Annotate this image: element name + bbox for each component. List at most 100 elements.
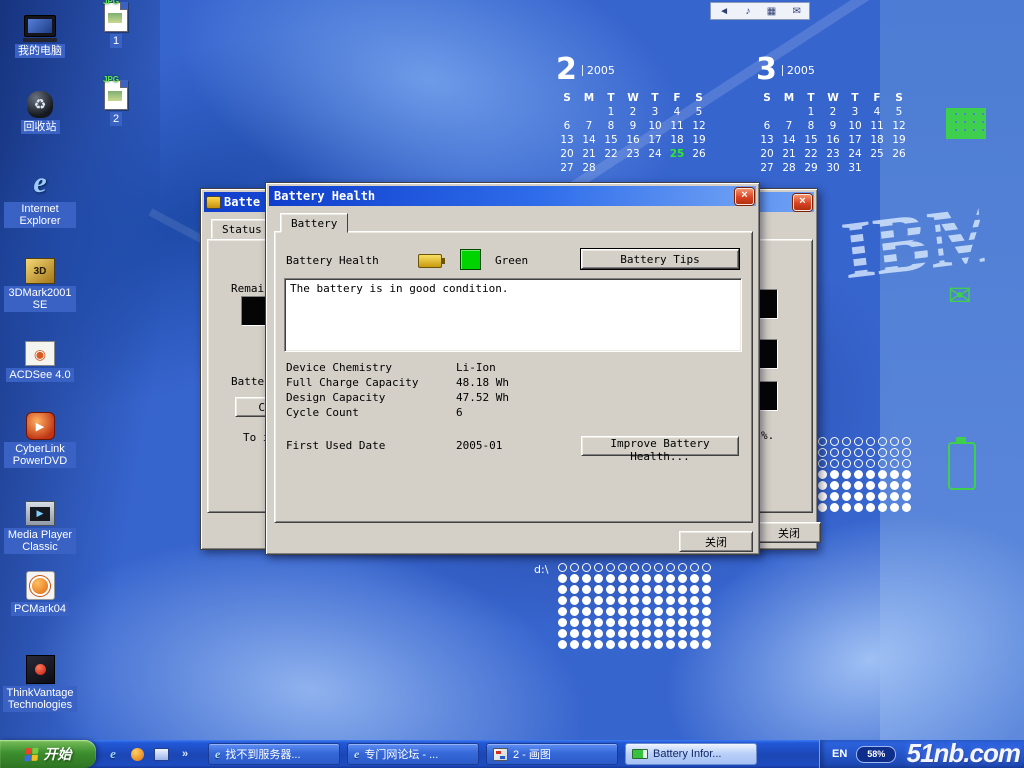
dot xyxy=(842,437,851,446)
language-indicator[interactable]: EN xyxy=(832,748,847,760)
dot xyxy=(630,618,639,627)
dot xyxy=(830,481,839,490)
close-icon[interactable]: × xyxy=(793,194,812,211)
dot xyxy=(630,574,639,583)
dot xyxy=(842,492,851,501)
mail-icon[interactable]: ✉ xyxy=(792,6,800,17)
first-used-value: 2005-01 xyxy=(456,439,586,452)
dot xyxy=(630,640,639,649)
quick-launch-media-player-icon[interactable] xyxy=(128,745,146,763)
speaker-icon[interactable]: ◄ xyxy=(719,6,729,17)
desktop-icon-powerdvd[interactable]: ▶ CyberLink PowerDVD xyxy=(4,406,76,468)
field-value: 6 xyxy=(456,406,509,419)
dot xyxy=(630,585,639,594)
tab-status[interactable]: Status xyxy=(211,219,273,239)
dot xyxy=(594,596,603,605)
battery-field-row: Design Capacity 47.52 Wh xyxy=(286,390,509,405)
dialog-close-button[interactable]: 关闭 xyxy=(679,531,753,552)
close-icon[interactable]: × xyxy=(735,188,754,205)
dot xyxy=(558,585,567,594)
jpg-file-icon: JPG xyxy=(104,80,128,110)
dot xyxy=(690,574,699,583)
dot xyxy=(654,574,663,583)
dot xyxy=(902,492,911,501)
dot xyxy=(678,618,687,627)
desktop-icon-acdsee[interactable]: ◉ ACDSee 4.0 xyxy=(4,332,76,382)
dot xyxy=(702,585,711,594)
desktop-file-1[interactable]: JPG 1 xyxy=(94,2,138,48)
media-player-classic-icon: ▶ xyxy=(25,492,55,526)
dot xyxy=(854,503,863,512)
dot xyxy=(558,607,567,616)
dot xyxy=(854,492,863,501)
note-icon[interactable]: ♪ xyxy=(745,6,750,17)
dot xyxy=(678,563,687,572)
desktop-icon-my-computer[interactable]: 我的电脑 xyxy=(4,8,76,58)
wallpaper-calendar-3: 32005SMTWTFS1234567891011121314151617181… xyxy=(756,55,910,175)
dot xyxy=(902,448,911,457)
desktop-icon-label: 回收站 xyxy=(21,120,60,134)
taskbar-task-3[interactable]: 2 - 画图 xyxy=(486,743,618,765)
dot xyxy=(830,437,839,446)
mail-icon: ✉ xyxy=(948,282,971,310)
quick-launch-show-desktop-icon[interactable] xyxy=(152,745,170,763)
dot xyxy=(902,481,911,490)
tab-battery[interactable]: Battery xyxy=(280,213,348,233)
quick-launch-internet-explorer-icon[interactable]: e xyxy=(104,745,122,763)
watermark: 51nb.com xyxy=(907,738,1020,768)
dot xyxy=(630,629,639,638)
field-value: 47.52 Wh xyxy=(456,391,509,404)
dot xyxy=(618,574,627,583)
dot xyxy=(690,585,699,594)
dot xyxy=(866,459,875,468)
dot xyxy=(606,629,615,638)
pcmark04-icon xyxy=(26,566,55,600)
desktop-icon-recycle-bin[interactable]: ♻ 回收站 xyxy=(4,84,76,134)
dot xyxy=(594,563,603,572)
dot xyxy=(702,563,711,572)
desktop-icon-label: 3DMark2001 SE xyxy=(4,286,76,312)
dot xyxy=(654,640,663,649)
taskbar-task-2[interactable]: e专门网论坛 - ... xyxy=(347,743,479,765)
dot xyxy=(818,437,827,446)
dot xyxy=(818,470,827,479)
taskbar-task-4[interactable]: Battery Infor... xyxy=(625,743,757,765)
desktop-icon-internet-explorer[interactable]: e Internet Explorer xyxy=(4,166,76,228)
tray-battery-indicator[interactable]: 58% xyxy=(856,746,896,763)
desktop-icon-3dmark2001-se[interactable]: 3D 3DMark2001 SE xyxy=(4,250,76,312)
dot xyxy=(666,574,675,583)
battery-tips-button[interactable]: Battery Tips xyxy=(581,249,739,269)
battery-icon xyxy=(418,254,442,268)
window-close-button[interactable]: 关闭 xyxy=(757,522,821,543)
dot xyxy=(818,481,827,490)
dot xyxy=(678,596,687,605)
dot xyxy=(666,607,675,616)
desktop-icon-media-player-classic[interactable]: ▶ Media Player Classic xyxy=(4,492,76,554)
grid-icon[interactable]: ▦ xyxy=(767,6,776,17)
dot xyxy=(818,492,827,501)
dot xyxy=(570,618,579,627)
desktop-icon-label: CyberLink PowerDVD xyxy=(4,442,76,468)
first-used-label: First Used Date xyxy=(286,439,456,452)
dot xyxy=(654,563,663,572)
percent-label: %. xyxy=(761,429,774,442)
taskbar-task-1[interactable]: e找不到服务器... xyxy=(208,743,340,765)
start-button[interactable]: 开始 xyxy=(0,740,96,768)
improve-battery-health-button[interactable]: Improve Battery Health... xyxy=(581,436,739,456)
condition-textbox[interactable]: The battery is in good condition. xyxy=(284,278,742,352)
dot xyxy=(606,607,615,616)
desktop-icon-pcmark04[interactable]: PCMark04 xyxy=(4,566,76,616)
battery-health-titlebar[interactable]: Battery Health × xyxy=(269,186,756,206)
desktop-icon-thinkvantage[interactable]: ThinkVantage Technologies xyxy=(4,650,76,712)
dot xyxy=(854,470,863,479)
quick-launch-chevron-icon[interactable]: » xyxy=(176,745,194,763)
dot xyxy=(570,607,579,616)
dot xyxy=(830,503,839,512)
dot xyxy=(702,574,711,583)
3dmark2001-se-icon: 3D xyxy=(25,250,55,284)
dot xyxy=(558,629,567,638)
desktop-mini-toolbar[interactable]: ◄ ♪ ▦ ✉ xyxy=(710,2,810,20)
desktop-file-2[interactable]: JPG 2 xyxy=(94,80,138,126)
dot xyxy=(690,640,699,649)
file-type-tag: JPG xyxy=(103,75,119,84)
